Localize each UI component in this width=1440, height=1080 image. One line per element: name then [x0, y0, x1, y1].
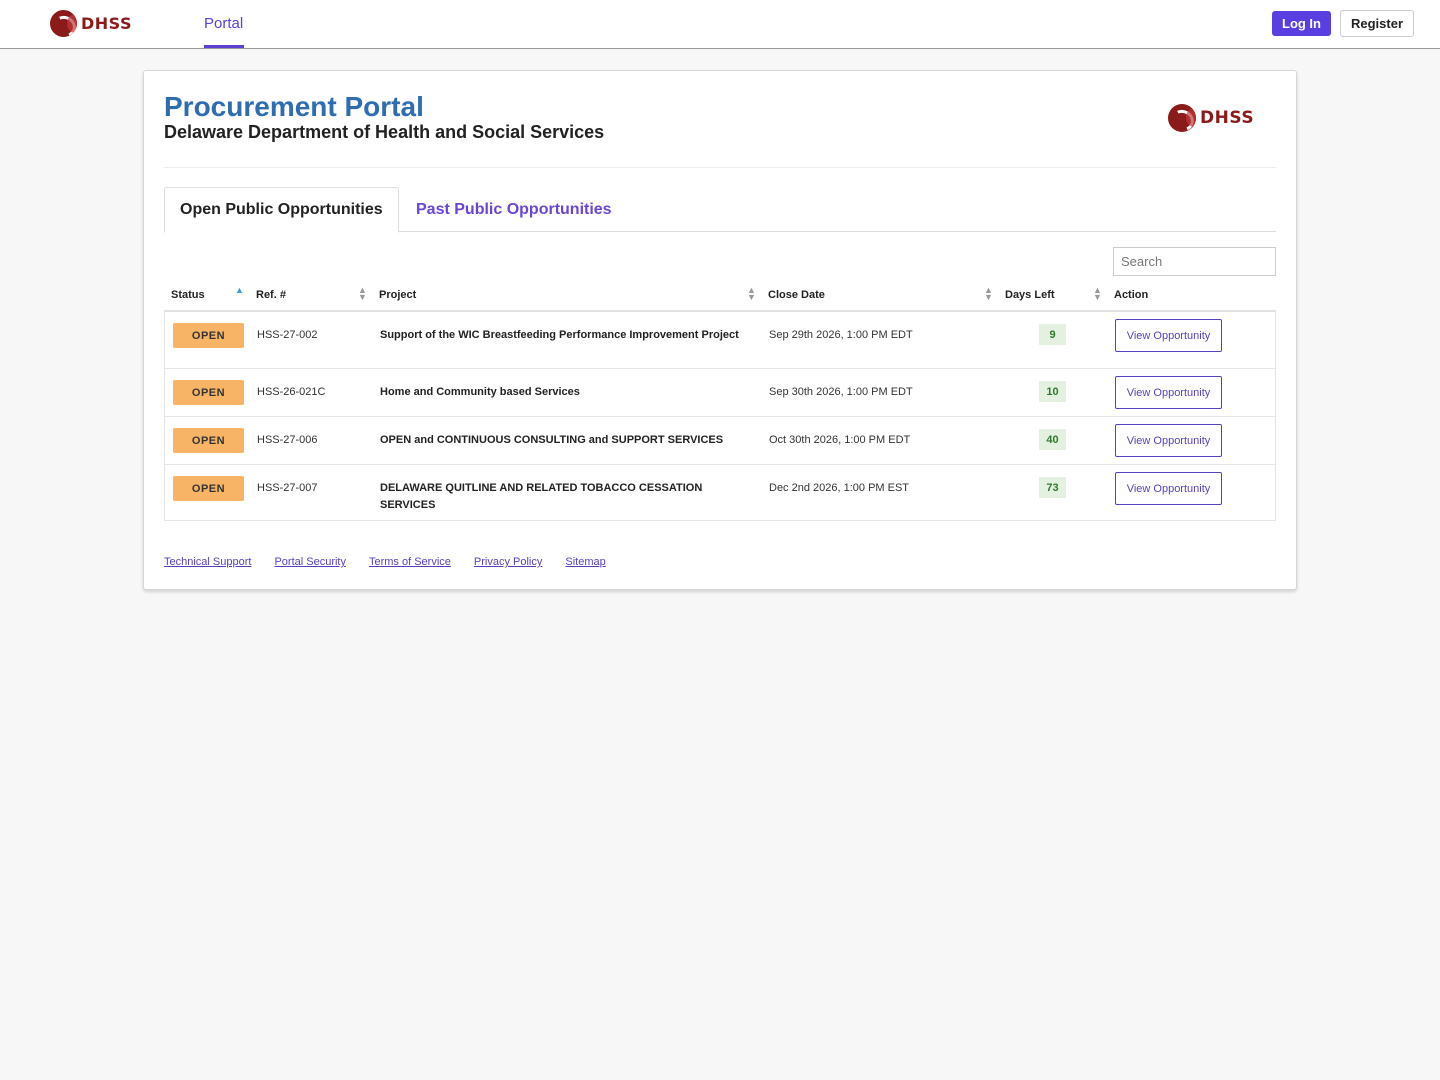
sort-icon[interactable]: ▲ ▼: [358, 286, 367, 302]
tab-open-opportunities[interactable]: Open Public Opportunities: [164, 187, 399, 233]
footer-link-technical-support[interactable]: Technical Support: [164, 556, 251, 568]
opportunity-tabs: Open Public Opportunities Past Public Op…: [164, 187, 1276, 233]
sort-asc-icon[interactable]: ▲: [235, 286, 244, 295]
status-badge: OPEN: [173, 323, 244, 348]
main-card: Procurement Portal Delaware Department o…: [143, 70, 1297, 590]
status-badge: OPEN: [173, 476, 244, 501]
dhss-header-logo: DHSS: [1168, 104, 1254, 132]
tab-past-opportunities[interactable]: Past Public Opportunities: [416, 187, 612, 233]
top-navbar: DHSS Portal Log In Register: [0, 0, 1440, 49]
column-header-status[interactable]: Status: [171, 289, 205, 301]
column-header-close-date[interactable]: Close Date: [768, 289, 825, 301]
ref-number: HSS-26-021C: [257, 386, 326, 398]
days-left-badge: 73: [1039, 477, 1066, 498]
table-row: OPEN HSS-27-007 DELAWARE QUITLINE AND RE…: [165, 464, 1275, 520]
dhss-logo-icon: [50, 10, 77, 37]
footer-link-portal-security[interactable]: Portal Security: [274, 556, 346, 568]
page-title: Procurement Portal: [164, 91, 424, 122]
table-row: OPEN HSS-27-006 OPEN and CONTINUOUS CONS…: [165, 416, 1275, 464]
view-opportunity-button[interactable]: View Opportunity: [1115, 472, 1222, 505]
column-header-action: Action: [1114, 289, 1149, 301]
table-header: Status ▲ Ref. # ▲ ▼ Project ▲ ▼ Close Date…: [164, 283, 1276, 312]
column-header-days-left[interactable]: Days Left: [1005, 289, 1055, 301]
sort-icon[interactable]: ▲ ▼: [747, 286, 756, 302]
table-row: OPEN HSS-27-002 Support of the WIC Breas…: [165, 312, 1275, 368]
footer-link-sitemap[interactable]: Sitemap: [565, 556, 605, 568]
table-body: OPEN HSS-27-002 Support of the WIC Breas…: [164, 312, 1276, 521]
logo-text: DHSS: [81, 14, 132, 33]
view-opportunity-button[interactable]: View Opportunity: [1115, 376, 1222, 409]
status-badge: OPEN: [173, 428, 244, 453]
days-left-badge: 40: [1039, 429, 1066, 450]
ref-number: HSS-27-006: [257, 434, 318, 446]
close-date: Oct 30th 2026, 1:00 PM EDT: [769, 434, 911, 446]
project-title: DELAWARE QUITLINE AND RELATED TOBACCO CE…: [380, 482, 703, 511]
view-opportunity-button[interactable]: View Opportunity: [1115, 319, 1222, 352]
status-badge: OPEN: [173, 380, 244, 405]
column-header-ref[interactable]: Ref. #: [256, 289, 286, 301]
footer-links: Technical Support Portal Security Terms …: [164, 556, 606, 568]
nav-portal-link[interactable]: Portal: [204, 15, 243, 32]
ref-number: HSS-27-002: [257, 329, 318, 341]
project-title: Home and Community based Services: [380, 386, 580, 398]
divider: [164, 167, 1276, 168]
search-input[interactable]: [1113, 247, 1276, 276]
table-row: OPEN HSS-26-021C Home and Community base…: [165, 368, 1275, 416]
view-opportunity-button[interactable]: View Opportunity: [1115, 424, 1222, 457]
close-date: Sep 30th 2026, 1:00 PM EDT: [769, 386, 913, 398]
sort-icon[interactable]: ▲ ▼: [1093, 286, 1102, 302]
login-button[interactable]: Log In: [1272, 11, 1331, 36]
footer-link-privacy-policy[interactable]: Privacy Policy: [474, 556, 542, 568]
register-button[interactable]: Register: [1340, 10, 1414, 37]
footer-link-terms-of-service[interactable]: Terms of Service: [369, 556, 451, 568]
sort-icon[interactable]: ▲ ▼: [984, 286, 993, 302]
close-date: Dec 2nd 2026, 1:00 PM EST: [769, 482, 910, 494]
nav-active-indicator: [204, 45, 244, 48]
project-title: OPEN and CONTINUOUS CONSULTING and SUPPO…: [380, 434, 724, 446]
logo-text: DHSS: [1200, 108, 1255, 128]
days-left-badge: 10: [1039, 381, 1066, 402]
dhss-logo-icon: [1168, 104, 1196, 132]
days-left-badge: 9: [1039, 324, 1066, 345]
opportunities-table: Status ▲ Ref. # ▲ ▼ Project ▲ ▼ Close Date…: [164, 283, 1276, 521]
column-header-project[interactable]: Project: [379, 289, 416, 301]
dhss-logo[interactable]: DHSS: [50, 10, 132, 37]
page-subtitle: Delaware Department of Health and Social…: [164, 122, 605, 142]
close-date: Sep 29th 2026, 1:00 PM EDT: [769, 329, 913, 341]
project-title: Support of the WIC Breastfeeding Perform…: [380, 329, 739, 341]
ref-number: HSS-27-007: [257, 482, 318, 494]
